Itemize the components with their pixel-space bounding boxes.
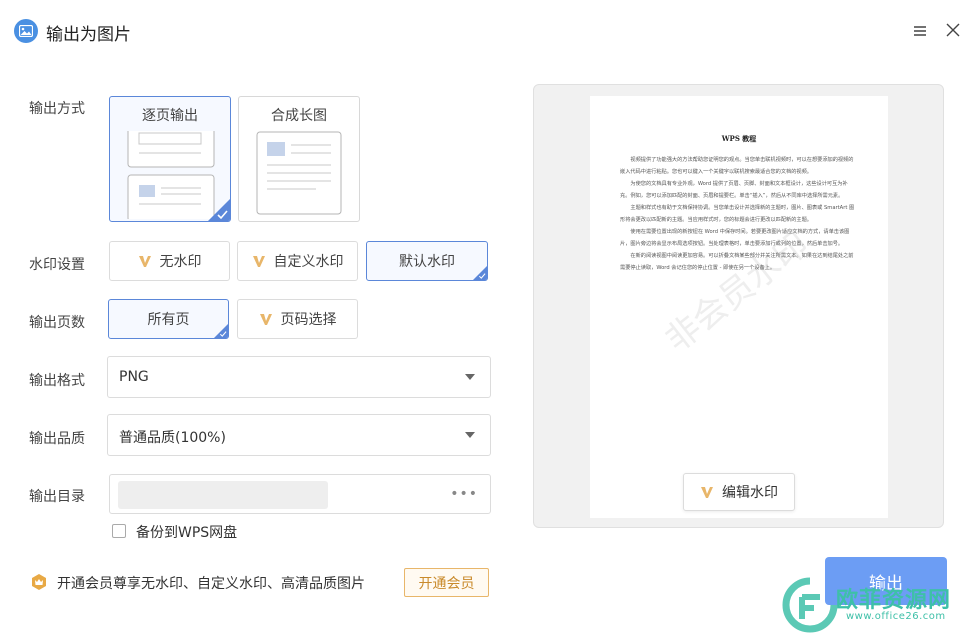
vip-v-icon (138, 256, 151, 267)
preview-paragraph: 主题和样式也有助于文档保持协调。当您单击设计并选择新的主题时，图片、图表或 Sm… (620, 205, 855, 223)
backup-label[interactable]: 备份到WPS网盘 (136, 522, 237, 542)
watermark-option-label: 无水印 (159, 254, 202, 270)
watermark-label: 水印设置 (29, 257, 85, 273)
browse-more-icon[interactable]: ••• (450, 486, 478, 502)
pages-option-select[interactable]: 页码选择 (237, 299, 358, 339)
quality-label: 输出品质 (29, 431, 85, 447)
preview-paragraph: 使用在需要位置出现的新按钮在 Word 中保存时间。若要更改图片适应文档的方式，… (620, 229, 850, 247)
per-page-illustration (127, 131, 215, 219)
menu-icon[interactable] (911, 22, 929, 40)
title-bar: 输出为图片 (0, 0, 979, 62)
edit-watermark-button[interactable]: 编辑水印 (683, 473, 795, 511)
mode-option-label: 合成长图 (271, 108, 327, 124)
watermark-option-label: 自定义水印 (273, 254, 344, 270)
mode-option-label: 逐页输出 (142, 108, 198, 124)
output-mode-label: 输出方式 (29, 101, 85, 117)
mode-option-per-page[interactable]: 逐页输出 (109, 96, 231, 222)
pages-label: 输出页数 (29, 315, 85, 331)
pages-option-label: 所有页 (147, 312, 190, 328)
format-value: PNG (119, 369, 149, 385)
directory-path-blurred (118, 481, 328, 509)
mode-option-long-image[interactable]: 合成长图 (238, 96, 360, 222)
vip-promo-text: 开通会员尊享无水印、自定义水印、高清品质图片 (57, 576, 365, 592)
open-vip-button[interactable]: 开通会员 (404, 568, 489, 597)
pages-option-all[interactable]: 所有页 (108, 299, 229, 339)
preview-paragraph: 在新的阅读视图中阅读更加容易。可以折叠文档某些部分并关注所需文本。如果在达到结尾… (620, 253, 854, 271)
caret-down-icon (465, 432, 475, 438)
preview-paragraph: 为使您的文档具有专业外观，Word 提供了页眉、页脚、封面和文本框设计，这些设计… (620, 181, 848, 199)
edit-watermark-label: 编辑水印 (722, 485, 778, 501)
site-url: www.office26.com (846, 611, 946, 622)
vip-v-icon (701, 487, 713, 498)
directory-input[interactable]: ••• (109, 474, 491, 514)
watermark-option-custom[interactable]: 自定义水印 (237, 241, 358, 281)
preview-paragraph: 视频提供了功能强大的方法帮助您证明您的观点。当您单击联机视频时，可以在想要添加的… (620, 157, 854, 175)
format-label: 输出格式 (29, 373, 85, 389)
long-image-illustration (256, 131, 342, 215)
directory-label: 输出目录 (29, 489, 85, 505)
site-name: 欧菲资源网 (836, 588, 952, 613)
close-icon[interactable] (944, 21, 962, 39)
selected-check-icon (214, 324, 228, 338)
vip-crown-icon (32, 574, 46, 590)
watermark-option-label: 默认水印 (399, 254, 455, 270)
vip-v-icon (252, 256, 265, 267)
selected-check-icon (473, 266, 487, 280)
watermark-option-none[interactable]: 无水印 (109, 241, 230, 281)
preview-doc-body: 视频提供了功能强大的方法帮助您证明您的观点。当您单击联机视频时，可以在想要添加的… (620, 154, 858, 274)
caret-down-icon (465, 374, 475, 380)
preview-doc-title: WPS 教程 (721, 134, 757, 143)
dialog-title: 输出为图片 (46, 25, 131, 45)
quality-select[interactable]: 普通品质(100%) (107, 414, 491, 456)
quality-value: 普通品质(100%) (119, 430, 226, 446)
format-select[interactable]: PNG (107, 356, 491, 398)
watermark-option-default[interactable]: 默认水印 (366, 241, 488, 281)
pages-option-label: 页码选择 (280, 312, 337, 328)
backup-checkbox[interactable] (112, 524, 126, 538)
vip-v-icon (259, 314, 272, 325)
selected-check-icon (208, 199, 230, 221)
preview-page: WPS 教程 视频提供了功能强大的方法帮助您证明您的观点。当您单击联机视频时，可… (590, 96, 888, 518)
site-logo-icon (782, 577, 838, 633)
image-icon (14, 19, 38, 43)
